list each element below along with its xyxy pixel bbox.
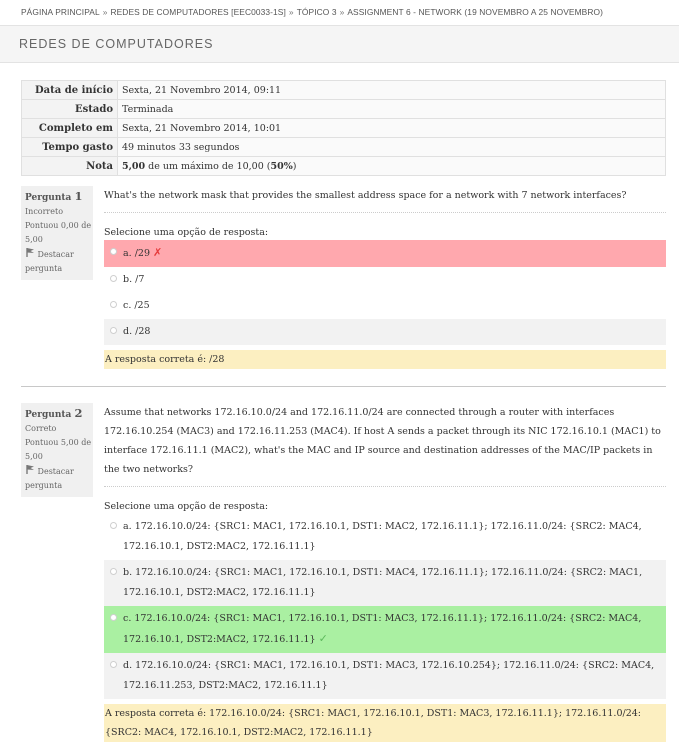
radio-button[interactable] [110, 661, 117, 668]
question-body: What's the network mask that provides th… [104, 186, 666, 369]
option-label: a. /29 [123, 248, 150, 259]
summary-row: Completo em Sexta, 21 Novembro 2014, 10:… [21, 118, 666, 138]
answer-option[interactable]: a. 172.16.10.0/24: {SRC1: MAC1, 172.16.1… [104, 514, 666, 560]
cross-icon: ✗ [153, 246, 163, 259]
breadcrumb-home[interactable]: PÁGINA PRINCIPAL [21, 7, 100, 17]
question-grade: Pontuou 5,00 de 5,00 [25, 438, 92, 461]
correct-answer-feedback: A resposta correta é: 172.16.10.0/24: {S… [104, 704, 666, 742]
page-header: REDES DE COMPUTADORES [0, 25, 679, 63]
correct-answer-feedback: A resposta correta é: /28 [104, 350, 666, 369]
question-2: Pergunta 2 Correto Pontuou 5,00 de 5,00 … [21, 403, 666, 742]
summary-row: Data de início Sexta, 21 Novembro 2014, … [21, 80, 666, 100]
option-label: d. /28 [123, 326, 151, 337]
summary-label: Data de início [21, 80, 118, 100]
grade-score: 5,00 [122, 160, 146, 172]
flag-icon [25, 248, 35, 259]
question-info: Pergunta 2 Correto Pontuou 5,00 de 5,00 … [21, 403, 93, 497]
flag-icon [25, 465, 35, 476]
question-text: What's the network mask that provides th… [104, 186, 666, 213]
question-divider [21, 386, 666, 387]
flag-question-button[interactable]: Destacar pergunta [25, 464, 93, 493]
breadcrumb-assignment[interactable]: ASSIGNMENT 6 - NETWORK (19 NOVEMBRO A 25… [347, 7, 603, 17]
summary-label: Completo em [21, 118, 118, 138]
main-content: Data de início Sexta, 21 Novembro 2014, … [21, 80, 666, 742]
breadcrumb-separator: » [102, 7, 108, 17]
question-number: Pergunta 1 [25, 189, 83, 203]
attempt-summary-table: Data de início Sexta, 21 Novembro 2014, … [21, 80, 666, 176]
radio-button[interactable] [110, 248, 117, 255]
summary-value: Sexta, 21 Novembro 2014, 09:11 [117, 80, 666, 100]
summary-row: Nota 5,00 de um máximo de 10,00 (50%) [21, 156, 666, 176]
question-number: Pergunta 2 [25, 406, 83, 420]
grade-end: ) [292, 160, 297, 172]
radio-button[interactable] [110, 614, 117, 621]
option-label: b. /7 [123, 274, 145, 285]
summary-row: Tempo gasto 49 minutos 33 segundos [21, 137, 666, 157]
summary-value: Terminada [117, 99, 666, 119]
summary-value: Sexta, 21 Novembro 2014, 10:01 [117, 118, 666, 138]
page-title: REDES DE COMPUTADORES [19, 37, 214, 51]
answer-option[interactable]: c. /25 [104, 293, 666, 319]
option-label: c. 172.16.10.0/24: {SRC1: MAC1, 172.16.1… [123, 613, 642, 645]
breadcrumb-separator: » [339, 7, 345, 17]
radio-button[interactable] [110, 275, 117, 282]
summary-row: Estado Terminada [21, 99, 666, 119]
grade-percent: 50% [270, 160, 293, 172]
summary-value: 49 minutos 33 segundos [117, 137, 666, 157]
answer-prompt: Selecione uma opção de resposta: [104, 501, 269, 512]
question-text: Assume that networks 172.16.10.0/24 and … [104, 403, 666, 487]
question-body: Assume that networks 172.16.10.0/24 and … [104, 403, 666, 742]
flag-question-button[interactable]: Destacar pergunta [25, 247, 93, 276]
answer-option[interactable]: b. 172.16.10.0/24: {SRC1: MAC1, 172.16.1… [104, 560, 666, 606]
answer-option[interactable]: a. /29 ✗ [104, 240, 666, 267]
option-label: c. /25 [123, 300, 150, 311]
answer-option[interactable]: d. /28 [104, 319, 666, 345]
summary-label: Nota [21, 156, 118, 176]
breadcrumb-course[interactable]: REDES DE COMPUTADORES [EEC0033-1S] [110, 7, 285, 17]
answer-option[interactable]: b. /7 [104, 267, 666, 293]
option-label: a. 172.16.10.0/24: {SRC1: MAC1, 172.16.1… [123, 521, 642, 552]
summary-label: Estado [21, 99, 118, 119]
breadcrumb: PÁGINA PRINCIPAL» REDES DE COMPUTADORES [… [0, 0, 679, 25]
answer-prompt: Selecione uma opção de resposta: [104, 227, 269, 238]
question-state: Incorreto [25, 207, 64, 216]
answer-option[interactable]: c. 172.16.10.0/24: {SRC1: MAC1, 172.16.1… [104, 606, 666, 653]
question-grade: Pontuou 0,00 de 5,00 [25, 221, 92, 244]
option-label: d. 172.16.10.0/24: {SRC1: MAC1, 172.16.1… [123, 660, 655, 691]
summary-label: Tempo gasto [21, 137, 118, 157]
check-icon: ✓ [318, 632, 328, 645]
breadcrumb-topic[interactable]: TÓPICO 3 [297, 7, 337, 17]
radio-button[interactable] [110, 327, 117, 334]
question-info: Pergunta 1 Incorreto Pontuou 0,00 de 5,0… [21, 186, 93, 280]
answer-option[interactable]: d. 172.16.10.0/24: {SRC1: MAC1, 172.16.1… [104, 653, 666, 699]
grade-max: de um máximo de 10,00 ( [145, 160, 271, 172]
radio-button[interactable] [110, 522, 117, 529]
question-state: Correto [25, 424, 57, 433]
grade-value: 5,00 de um máximo de 10,00 (50%) [117, 156, 666, 176]
radio-button[interactable] [110, 568, 117, 575]
question-1: Pergunta 1 Incorreto Pontuou 0,00 de 5,0… [21, 186, 666, 369]
breadcrumb-separator: » [288, 7, 294, 17]
radio-button[interactable] [110, 301, 117, 308]
option-label: b. 172.16.10.0/24: {SRC1: MAC1, 172.16.1… [123, 567, 643, 598]
